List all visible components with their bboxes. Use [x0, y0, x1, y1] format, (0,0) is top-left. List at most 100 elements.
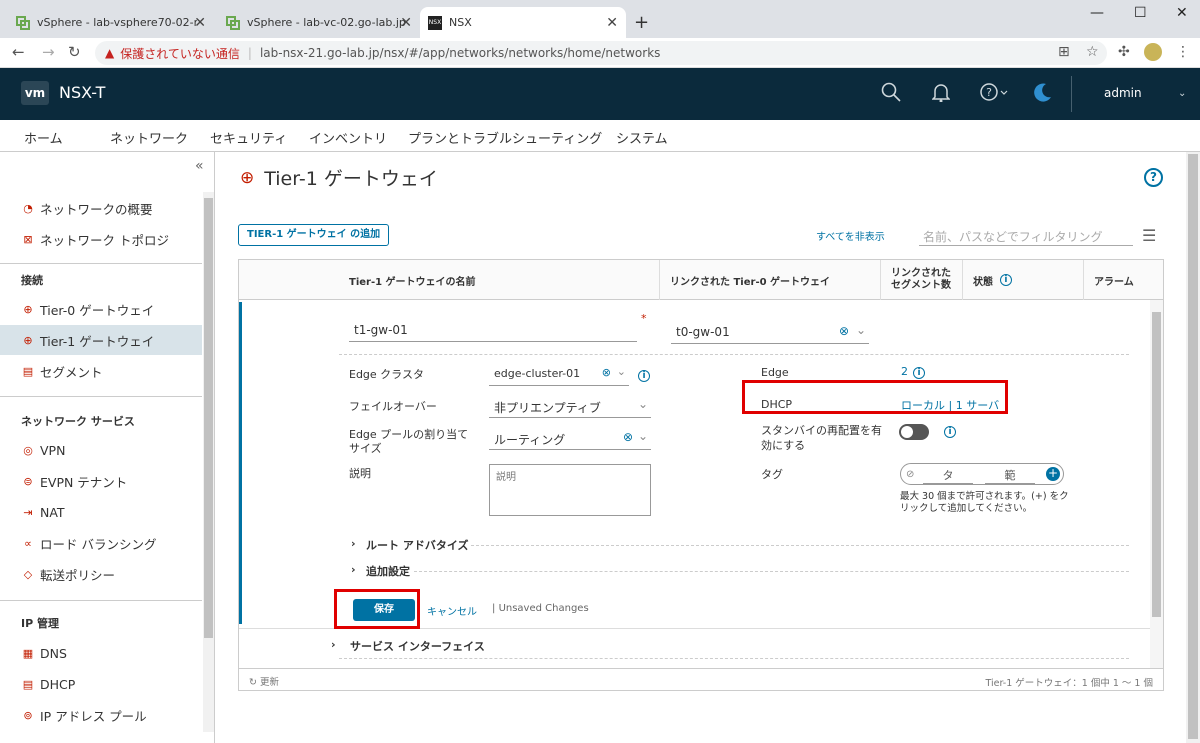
chevron-right-icon[interactable]: ›	[331, 638, 336, 651]
clear-icon[interactable]: ⊗	[602, 366, 611, 379]
nav-plan-troubleshoot[interactable]: プランとトラブルシューティング	[408, 128, 602, 147]
user-menu[interactable]: admin	[1104, 86, 1142, 100]
description-input[interactable]: 説明	[489, 464, 651, 516]
help-menu-icon[interactable]: ?	[980, 82, 1008, 106]
filter-icon[interactable]: ☰	[1142, 226, 1156, 245]
sidebar-item-network-topology[interactable]: ⊠ ネットワーク トポロジ	[0, 224, 202, 254]
edge-count-link[interactable]: 2	[901, 365, 908, 378]
svg-text:?: ?	[986, 86, 992, 99]
chevron-down-icon[interactable]: ⌄	[638, 397, 648, 411]
standby-relocation-toggle[interactable]	[899, 424, 929, 440]
gateway-icon: ⊕	[23, 333, 33, 347]
browser-tab-active[interactable]: NSX NSX ✕	[420, 7, 626, 38]
back-icon[interactable]: ←	[12, 43, 25, 61]
column-header-alarms[interactable]: アラーム	[1084, 260, 1150, 300]
new-tab-button[interactable]: +	[634, 12, 649, 33]
grid-scrollbar[interactable]	[1150, 300, 1163, 668]
page-scrollbar[interactable]	[1186, 152, 1200, 743]
chevron-down-icon[interactable]: ⌄	[1178, 88, 1186, 99]
nav-security[interactable]: セキュリティ	[210, 128, 287, 147]
extensions-icon[interactable]: ✣	[1118, 44, 1130, 60]
sidebar-item-dns[interactable]: ▦ DNS	[0, 638, 202, 668]
service-interface-section[interactable]: サービス インターフェイス	[350, 638, 485, 654]
maximize-icon[interactable]: ☐	[1134, 5, 1147, 21]
browser-tab[interactable]: vSphere - lab-vsphere70-02-nsxt ✕	[8, 7, 214, 38]
main-nav: ホーム ネットワーク セキュリティ インベントリ プランとトラブルシューティング…	[0, 120, 1200, 155]
info-icon[interactable]: i	[999, 274, 1012, 286]
nav-home[interactable]: ホーム	[24, 128, 63, 147]
scrollbar-thumb[interactable]	[1188, 154, 1198, 739]
search-icon[interactable]	[881, 82, 901, 107]
browser-tab[interactable]: vSphere - lab-vc-02.go-lab.jp - U ✕	[218, 7, 420, 38]
column-header-tier0[interactable]: リンクされた Tier-0 ゲートウェイ	[660, 260, 880, 300]
translate-icon[interactable]: ⊞	[1058, 44, 1070, 60]
profile-avatar[interactable]	[1144, 43, 1162, 61]
sidebar-item-evpn-tenant[interactable]: ⊜ EVPN テナント	[0, 466, 202, 496]
bell-icon[interactable]	[931, 82, 951, 107]
sidebar-item-network-overview[interactable]: ◔ ネットワークの概要	[0, 193, 202, 223]
close-icon[interactable]: ✕	[606, 15, 618, 31]
sidebar-item-dhcp[interactable]: ▤ DHCP	[0, 669, 202, 699]
sidebar-item-forwarding-policy[interactable]: ◇ 転送ポリシー	[0, 559, 202, 589]
chevron-right-icon[interactable]: ›	[351, 537, 356, 550]
gateway-name-input[interactable]: t1-gw-01	[349, 320, 637, 342]
additional-settings-section[interactable]: 追加設定	[366, 563, 410, 579]
sidebar-item-load-balancing[interactable]: ∝ ロード バランシング	[0, 528, 202, 558]
info-icon[interactable]: i	[944, 426, 956, 438]
address-bar-row: ← → ↻ ▲ 保護されていない通信 | lab-nsx-21.go-lab.j…	[0, 38, 1200, 68]
pool-size-select[interactable]: ルーティング ⊗ ⌄	[489, 428, 651, 450]
nav-networking[interactable]: ネットワーク	[110, 128, 189, 155]
sidebar-section-connectivity: 接続	[21, 274, 43, 287]
sidebar-item-nat[interactable]: ⇥ NAT	[0, 497, 202, 527]
chevron-right-icon[interactable]: ›	[351, 563, 356, 576]
clear-icon[interactable]: ⊗	[623, 430, 633, 444]
grid-footer-count: Tier-1 ゲートウェイ：1 個中 1 ～ 1 個	[985, 678, 1153, 689]
clear-icon[interactable]: ⊗	[839, 324, 849, 338]
cancel-button[interactable]: キャンセル	[427, 603, 477, 618]
add-tier1-gateway-button[interactable]: TIER-1 ゲートウェイ の追加	[238, 224, 390, 246]
help-icon[interactable]: ?	[1144, 168, 1163, 187]
forward-icon[interactable]: →	[42, 43, 55, 61]
add-tag-icon[interactable]: +	[1046, 467, 1060, 481]
column-header-name[interactable]: Tier-1 ゲートウェイの名前	[339, 260, 659, 300]
close-icon[interactable]: ✕	[400, 15, 412, 31]
sidebar-item-label: EVPN テナント	[40, 474, 128, 490]
grid-header: Tier-1 ゲートウェイの名前 リンクされた Tier-0 ゲートウェイ リン…	[239, 260, 1163, 300]
reload-icon[interactable]: ↻	[68, 43, 81, 61]
column-header-status[interactable]: 状態 i	[963, 260, 1083, 300]
sidebar-scrollbar[interactable]	[203, 192, 214, 732]
dark-mode-moon-icon[interactable]	[1033, 82, 1053, 107]
scrollbar-thumb[interactable]	[204, 198, 213, 638]
scope-input[interactable]: 範	[985, 467, 1035, 484]
collapse-sidebar-icon[interactable]: «	[195, 158, 204, 174]
edge-cluster-select[interactable]: edge-cluster-01 ⊗ ⌄	[489, 364, 629, 386]
info-icon[interactable]: i	[913, 367, 925, 379]
chevron-down-icon[interactable]: ⌄	[638, 429, 648, 443]
nav-system[interactable]: システム	[616, 128, 668, 147]
failover-select[interactable]: 非プリエンプティブ ⌄	[489, 396, 651, 418]
bookmark-star-icon[interactable]: ☆	[1086, 44, 1099, 60]
info-icon[interactable]: i	[638, 370, 650, 382]
window-close-icon[interactable]: ✕	[1176, 5, 1188, 21]
chevron-down-icon[interactable]: ⌄	[856, 323, 866, 337]
close-icon[interactable]: ✕	[194, 15, 206, 31]
sidebar-item-vpn[interactable]: ◎ VPN	[0, 435, 202, 465]
nav-inventory[interactable]: インベントリ	[309, 128, 387, 147]
sidebar-item-ip-pools[interactable]: ⊚ IP アドレス プール	[0, 700, 202, 730]
refresh-button[interactable]: ↻ 更新	[249, 674, 279, 688]
column-header-segments[interactable]: リンクされた セグメント数	[881, 260, 961, 300]
scrollbar-thumb[interactable]	[1152, 312, 1161, 617]
minimize-icon[interactable]: —	[1090, 5, 1104, 21]
filter-input[interactable]: 名前、パスなどでフィルタリング	[919, 222, 1133, 246]
sidebar-item-segments[interactable]: ▤ セグメント	[0, 356, 202, 386]
tag-input[interactable]: タ	[923, 467, 973, 484]
menu-icon[interactable]: ⋮	[1176, 44, 1190, 60]
chevron-down-icon[interactable]: ⌄	[617, 365, 626, 378]
tier0-select[interactable]: t0-gw-01 ⊗ ⌄	[671, 322, 869, 344]
hide-all-link[interactable]: すべてを非表示	[816, 228, 885, 243]
sidebar-item-tier1-gateway[interactable]: ⊕ Tier-1 ゲートウェイ	[0, 325, 202, 355]
page-title-text: Tier-1 ゲートウェイ	[264, 168, 438, 190]
route-advertisement-section[interactable]: ルート アドバタイズ	[366, 537, 469, 553]
url-field[interactable]: ▲ 保護されていない通信 | lab-nsx-21.go-lab.jp/nsx/…	[95, 41, 1107, 65]
sidebar-item-tier0-gateway[interactable]: ⊕ Tier-0 ゲートウェイ	[0, 294, 202, 324]
